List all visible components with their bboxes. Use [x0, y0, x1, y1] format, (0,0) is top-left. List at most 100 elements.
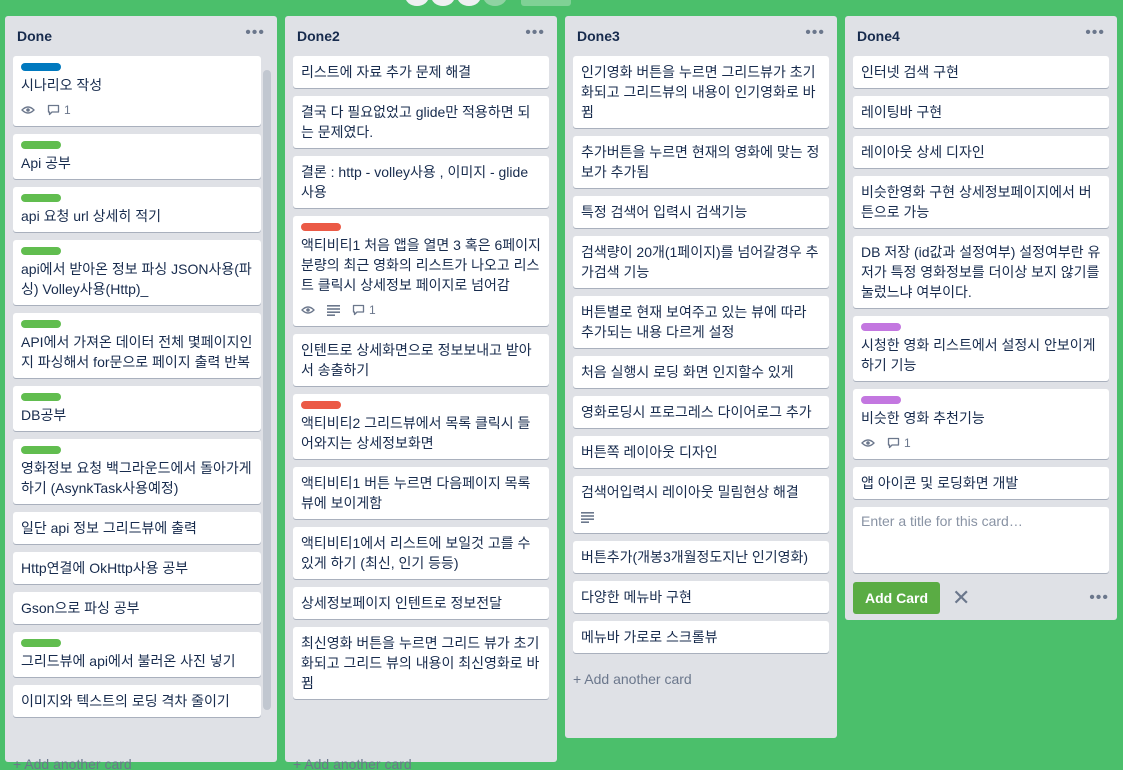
member-avatar[interactable] [483, 0, 507, 6]
card-label[interactable] [21, 63, 61, 71]
list-menu-icon[interactable]: ••• [1085, 25, 1105, 56]
list-1: Done ••• 시나리오 작성 1 Api 공부 api 요청 url 상세히 적기 ap… [5, 16, 277, 770]
card[interactable]: 일단 api 정보 그리드뷰에 출력 [13, 512, 261, 544]
card-composer [853, 507, 1109, 573]
card[interactable]: 액티비티1 처음 앱을 열면 3 혹은 6페이지 분량의 최근 영화의 리스트가… [293, 216, 549, 326]
card[interactable]: 특정 검색어 입력시 검색기능 [573, 196, 829, 228]
card[interactable]: Http연결에 OkHttp사용 공부 [13, 552, 261, 584]
card-title: API에서 가져온 데이터 전체 몇페이지인지 파싱해서 for문으로 페이지 … [21, 334, 253, 370]
comment-icon [352, 304, 365, 316]
card-title-input[interactable] [861, 513, 1101, 567]
list-title[interactable]: Done [17, 28, 52, 56]
close-icon[interactable]: ✕ [952, 585, 970, 611]
invite-button[interactable] [521, 0, 571, 6]
list-menu-icon[interactable]: ••• [805, 25, 825, 56]
card[interactable]: 검색량이 20개(1페이지)를 넘어갈경우 추가검색 기능 [573, 236, 829, 288]
composer-options-icon[interactable]: ••• [1089, 590, 1109, 606]
card-label[interactable] [21, 393, 61, 401]
card[interactable]: 상세정보페이지 인텐트로 정보전달 [293, 587, 549, 619]
card-label[interactable] [861, 323, 901, 331]
card[interactable]: 결국 다 필요없었고 glide만 적용하면 되는 문제였다. [293, 96, 549, 148]
card-title: Gson으로 파싱 공부 [21, 600, 140, 616]
card-title: 인기영화 버튼을 누르면 그리드뷰가 초기화되고 그리드뷰의 내용이 인기영화로… [581, 64, 816, 120]
add-card-button[interactable]: Add Card [853, 582, 940, 614]
card[interactable]: DB공부 [13, 386, 261, 431]
list-scrollbar[interactable] [263, 70, 271, 710]
card[interactable]: 추가버튼을 누르면 현재의 영화에 맞는 정보가 추가됨 [573, 136, 829, 188]
card-badges [581, 507, 821, 527]
list-3: Done3 ••• 인기영화 버튼을 누르면 그리드뷰가 초기화되고 그리드뷰의 내… [565, 16, 837, 738]
card[interactable]: 인터넷 검색 구현 [853, 56, 1109, 88]
comment-icon [887, 437, 900, 449]
card[interactable]: 액티비티2 그리드뷰에서 목록 클릭시 들어와지는 상세정보화면 [293, 394, 549, 459]
card[interactable]: 레이아웃 상세 디자인 [853, 136, 1109, 168]
card-label[interactable] [861, 396, 901, 404]
list-title[interactable]: Done4 [857, 28, 900, 56]
card[interactable]: 버튼쪽 레이아웃 디자인 [573, 436, 829, 468]
add-another-card-button[interactable]: + Add another card [565, 661, 837, 693]
member-avatar[interactable] [457, 0, 481, 6]
card[interactable]: 시나리오 작성 1 [13, 56, 261, 126]
member-avatar[interactable] [431, 0, 455, 6]
card[interactable]: 앱 아이콘 및 로딩화면 개발 [853, 467, 1109, 499]
card[interactable]: 메뉴바 가로로 스크롤뷰 [573, 621, 829, 653]
card[interactable]: API에서 가져온 데이터 전체 몇페이지인지 파싱해서 for문으로 페이지 … [13, 313, 261, 378]
card[interactable]: 영화정보 요청 백그라운드에서 돌아가게 하기 (AsynkTask사용예정) [13, 439, 261, 504]
card[interactable]: 액티비티1에서 리스트에 보일것 고를 수 있게 하기 (최신, 인기 등등) [293, 527, 549, 579]
card[interactable]: 영화로딩시 프로그레스 다이어로그 추가 [573, 396, 829, 428]
card-title: 인텐트로 상세화면으로 정보보내고 받아서 송출하기 [301, 342, 532, 378]
list-menu-icon[interactable]: ••• [525, 25, 545, 56]
card-title: 액티비티1에서 리스트에 보일것 고를 수 있게 하기 (최신, 인기 등등) [301, 535, 531, 571]
comment-count: 1 [904, 436, 911, 450]
card[interactable]: 그리드뷰에 api에서 불러온 사진 넣기 [13, 632, 261, 677]
card-label[interactable] [21, 320, 61, 328]
card[interactable]: 액티비티1 버튼 누르면 다음페이지 목록 뷰에 보이게함 [293, 467, 549, 519]
eye-icon [301, 305, 315, 315]
list-menu-icon[interactable]: ••• [245, 25, 265, 56]
list-title[interactable]: Done3 [577, 28, 620, 56]
card[interactable]: 처음 실행시 로딩 화면 인지할수 있게 [573, 356, 829, 388]
list-title[interactable]: Done2 [297, 28, 340, 56]
card-title: 리스트에 자료 추가 문제 해결 [301, 64, 472, 80]
add-another-card-button[interactable]: + Add another card [5, 746, 277, 770]
card-label[interactable] [21, 639, 61, 647]
card[interactable]: 인기영화 버튼을 누르면 그리드뷰가 초기화되고 그리드뷰의 내용이 인기영화로… [573, 56, 829, 128]
card-title: 메뉴바 가로로 스크롤뷰 [581, 629, 718, 645]
card[interactable]: Api 공부 [13, 134, 261, 179]
card[interactable]: api 요청 url 상세히 적기 [13, 187, 261, 232]
card-label[interactable] [301, 223, 341, 231]
card-title: 비슷한 영화 추천기능 [861, 410, 985, 426]
card[interactable]: 최신영화 버튼을 누르면 그리드 뷰가 초기화되고 그리드 뷰의 내용이 최신영… [293, 627, 549, 699]
card-title: 특정 검색어 입력시 검색기능 [581, 204, 748, 220]
add-another-card-button[interactable]: + Add another card [285, 746, 557, 770]
card[interactable]: 결론 : http - volley사용 , 이미지 - glide 사용 [293, 156, 549, 208]
card[interactable]: 다양한 메뉴바 구현 [573, 581, 829, 613]
card[interactable]: 시청한 영화 리스트에서 설정시 안보이게하기 기능 [853, 316, 1109, 381]
card-label[interactable] [21, 247, 61, 255]
card[interactable]: 비슷한 영화 추천기능 1 [853, 389, 1109, 459]
card[interactable]: 버튼별로 현재 보여주고 있는 뷰에 따라 추가되는 내용 다르게 설정 [573, 296, 829, 348]
card[interactable]: DB 저장 (id값과 설정여부) 설정여부란 유저가 특정 영화정보를 더이상… [853, 236, 1109, 308]
card[interactable]: 인텐트로 상세화면으로 정보보내고 받아서 송출하기 [293, 334, 549, 386]
card-label[interactable] [301, 401, 341, 409]
card[interactable]: 레이팅바 구현 [853, 96, 1109, 128]
card[interactable]: 비슷한영화 구현 상세정보페이지에서 버튼으로 가능 [853, 176, 1109, 228]
card[interactable]: 버튼추가(개봉3개월정도지난 인기영화) [573, 541, 829, 573]
card[interactable]: Gson으로 파싱 공부 [13, 592, 261, 624]
member-avatar[interactable] [405, 0, 429, 6]
card[interactable]: api에서 받아온 정보 파싱 JSON사용(파싱) Volley사용(Http… [13, 240, 261, 305]
card-label[interactable] [21, 446, 61, 454]
card[interactable]: 검색어입력시 레이아웃 밀림현상 해결 [573, 476, 829, 533]
card-title: 인터넷 검색 구현 [861, 64, 959, 80]
card-badges: 1 [21, 100, 253, 120]
eye-icon [21, 105, 35, 115]
card-title: 액티비티1 버튼 누르면 다음페이지 목록 뷰에 보이게함 [301, 475, 531, 511]
card-label[interactable] [21, 141, 61, 149]
card[interactable]: 리스트에 자료 추가 문제 해결 [293, 56, 549, 88]
card-title: 레이아웃 상세 디자인 [861, 144, 985, 160]
card[interactable]: 이미지와 텍스트의 로딩 격차 줄이기 [13, 685, 261, 717]
card-label[interactable] [21, 194, 61, 202]
card-title: 영화정보 요청 백그라운드에서 돌아가게 하기 (AsynkTask사용예정) [21, 460, 252, 496]
card-title: DB 저장 (id값과 설정여부) 설정여부란 유저가 특정 영화정보를 더이상… [861, 244, 1101, 300]
card-title: DB공부 [21, 407, 67, 423]
